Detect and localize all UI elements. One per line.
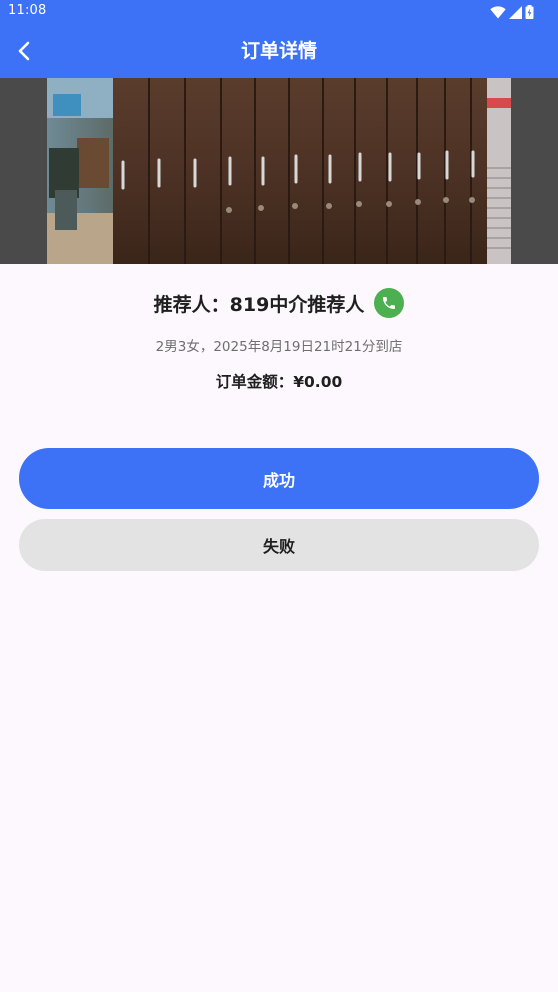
success-button[interactable]: 成功 [19, 448, 539, 509]
page-title: 订单详情 [240, 40, 317, 62]
battery-icon [525, 5, 534, 19]
order-details: 2男3女，2025年8月19日21时21分到店 [155, 339, 403, 355]
wifi-icon [490, 5, 506, 18]
status-bar: 11:08 [0, 0, 558, 24]
order-photo [47, 78, 511, 264]
status-icons [490, 4, 534, 20]
call-referrer-button[interactable] [374, 288, 405, 318]
app-bar: 订单详情 [0, 24, 558, 78]
signal-icon [509, 5, 522, 19]
status-time: 11:08 [8, 3, 47, 18]
order-photo-area [0, 78, 558, 264]
referrer-row: 推荐人：819中介推荐人 [0, 286, 558, 320]
fail-button[interactable]: 失败 [19, 519, 539, 571]
order-amount: 订单金额：¥0.00 [215, 373, 343, 391]
referrer-name: 推荐人：819中介推荐人 [153, 293, 365, 316]
phone-icon [383, 297, 396, 309]
